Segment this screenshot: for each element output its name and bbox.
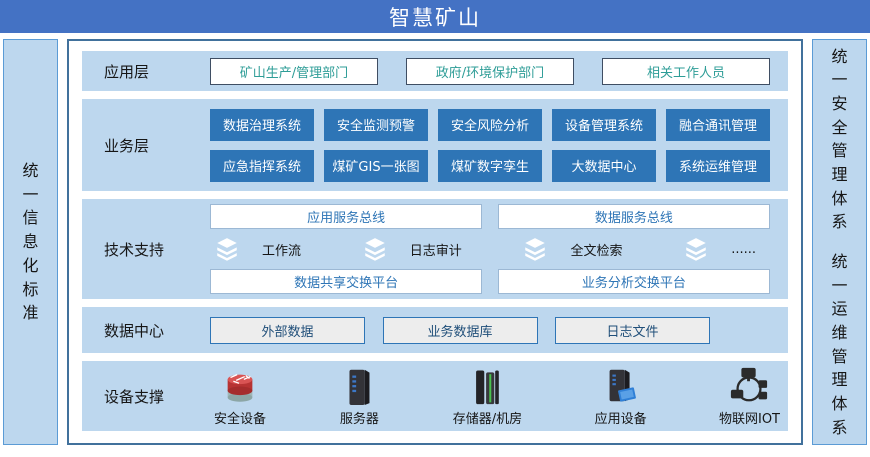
service-bus-box: 数据服务总线 bbox=[498, 204, 770, 229]
exchange-platform-row: 数据共享交换平台 业务分析交换平台 bbox=[210, 269, 770, 294]
business-button: 安全风险分析 bbox=[438, 109, 542, 141]
device-item-label: 安全设备 bbox=[214, 408, 266, 427]
device-item-label: 服务器 bbox=[340, 408, 379, 427]
exchange-platform-box: 数据共享交换平台 bbox=[210, 269, 482, 294]
tech-middle-row: 工作流 日志审计 全文检索 bbox=[210, 236, 770, 262]
layers-icon bbox=[683, 237, 709, 261]
right-sidebar-label-ops: 统一运维管理体系 bbox=[831, 250, 848, 439]
layer-device-support-label: 设备支撑 bbox=[82, 386, 210, 407]
server-icon bbox=[338, 366, 380, 406]
layer-tech-support-label: 技术支持 bbox=[82, 239, 210, 260]
tech-middle-item: ...... bbox=[683, 237, 756, 261]
exchange-platform-box: 业务分析交换平台 bbox=[498, 269, 770, 294]
business-button: 数据治理系统 bbox=[210, 109, 314, 141]
business-button: 煤矿数字孪生 bbox=[438, 150, 542, 182]
layer-device-support: 设备支撑 安全设备 bbox=[82, 361, 788, 431]
service-bus-box: 应用服务总线 bbox=[210, 204, 482, 229]
business-button: 安全监测预警 bbox=[324, 109, 428, 141]
device-item-label: 应用设备 bbox=[595, 408, 647, 427]
layer-business: 业务层 数据治理系统 安全监测预警 安全风险分析 设备管理系统 融合通讯管理 应… bbox=[82, 99, 788, 191]
business-buttons: 数据治理系统 安全监测预警 安全风险分析 设备管理系统 融合通讯管理 应急指挥系… bbox=[210, 109, 788, 182]
device-item: 安全设备 bbox=[214, 366, 266, 427]
layer-application-label: 应用层 bbox=[82, 61, 210, 82]
device-item: 存储器/机房 bbox=[453, 366, 522, 427]
tech-middle-label: 全文检索 bbox=[570, 240, 622, 259]
application-box: 矿山生产/管理部门 bbox=[210, 58, 378, 85]
device-item-label: 物联网IOT bbox=[719, 408, 780, 427]
tech-middle-item: 日志审计 bbox=[362, 237, 462, 261]
device-items: 安全设备 服务 bbox=[210, 366, 788, 427]
layer-business-label: 业务层 bbox=[82, 135, 210, 156]
application-box: 相关工作人员 bbox=[602, 58, 770, 85]
layer-tech-support: 技术支持 应用服务总线 数据服务总线 工作流 bbox=[82, 199, 788, 299]
layer-application: 应用层 矿山生产/管理部门 政府/环境保护部门 相关工作人员 bbox=[82, 51, 788, 91]
device-item-label: 存储器/机房 bbox=[453, 408, 522, 427]
app-device-icon bbox=[600, 366, 642, 406]
tech-middle-label: ...... bbox=[731, 242, 756, 257]
main-panel: 应用层 矿山生产/管理部门 政府/环境保护部门 相关工作人员 业务层 数据治理系… bbox=[67, 39, 803, 445]
data-box: 日志文件 bbox=[555, 317, 710, 344]
data-box: 外部数据 bbox=[210, 317, 365, 344]
layers-icon bbox=[362, 237, 388, 261]
left-sidebar: 统一信息化标准 bbox=[3, 39, 58, 445]
diagram-body: 统一信息化标准 应用层 矿山生产/管理部门 政府/环境保护部门 相关工作人员 业… bbox=[0, 33, 870, 451]
tech-content: 应用服务总线 数据服务总线 工作流 bbox=[210, 204, 788, 294]
left-sidebar-label: 统一信息化标准 bbox=[22, 159, 39, 325]
page-title: 智慧矿山 bbox=[0, 0, 870, 33]
business-button: 应急指挥系统 bbox=[210, 150, 314, 182]
business-button: 融合通讯管理 bbox=[666, 109, 770, 141]
service-bus-row: 应用服务总线 数据服务总线 bbox=[210, 204, 770, 229]
tech-middle-item: 全文检索 bbox=[522, 237, 622, 261]
right-sidebar: 统一安全管理体系 统一运维管理体系 bbox=[812, 39, 867, 445]
smart-mine-diagram: 智慧矿山 统一信息化标准 应用层 矿山生产/管理部门 政府/环境保护部门 相关工… bbox=[0, 0, 870, 457]
tech-middle-label: 工作流 bbox=[262, 240, 301, 259]
data-boxes: 外部数据 业务数据库 日志文件 bbox=[210, 317, 788, 344]
layers-icon bbox=[522, 237, 548, 261]
tech-middle-label: 日志审计 bbox=[410, 240, 462, 259]
layer-data-center: 数据中心 外部数据 业务数据库 日志文件 bbox=[82, 307, 788, 353]
application-box: 政府/环境保护部门 bbox=[406, 58, 574, 85]
tech-middle-item: 工作流 bbox=[214, 237, 301, 261]
application-boxes: 矿山生产/管理部门 政府/环境保护部门 相关工作人员 bbox=[210, 58, 788, 85]
data-box: 业务数据库 bbox=[383, 317, 538, 344]
layer-data-center-label: 数据中心 bbox=[82, 320, 210, 341]
business-button: 大数据中心 bbox=[552, 150, 656, 182]
firewall-icon bbox=[219, 366, 261, 406]
device-item: 物联网IOT bbox=[719, 366, 780, 427]
iot-icon bbox=[727, 366, 771, 406]
right-sidebar-label-security: 统一安全管理体系 bbox=[831, 45, 848, 234]
business-button: 系统运维管理 bbox=[666, 150, 770, 182]
device-item: 应用设备 bbox=[595, 366, 647, 427]
layers-icon bbox=[214, 237, 240, 261]
device-item: 服务器 bbox=[338, 366, 380, 427]
business-button: 设备管理系统 bbox=[552, 109, 656, 141]
storage-icon bbox=[467, 366, 507, 406]
business-button: 煤矿GIS一张图 bbox=[324, 150, 428, 182]
